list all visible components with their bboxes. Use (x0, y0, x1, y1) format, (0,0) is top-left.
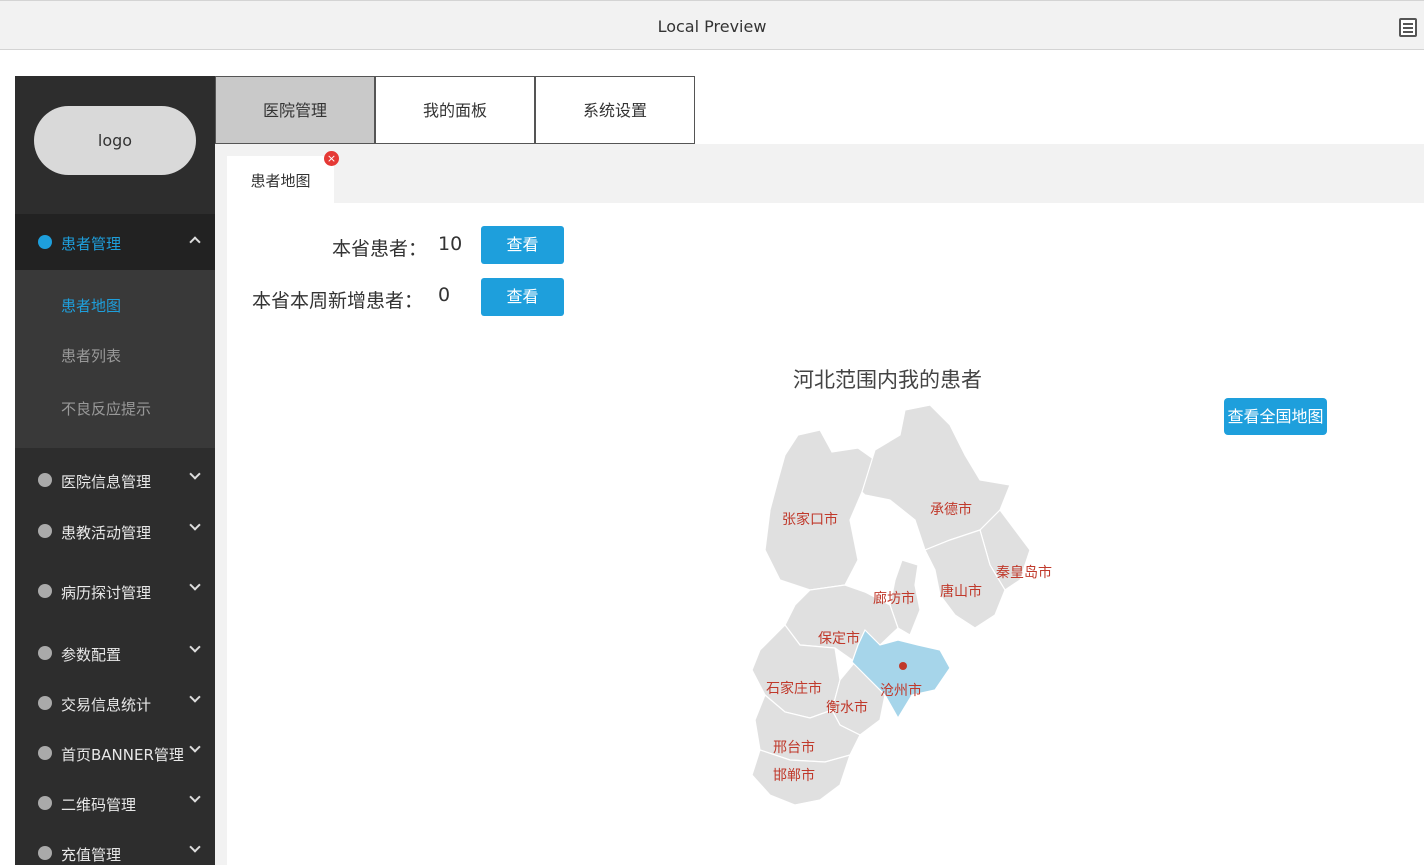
city-label-qinhuangdao: 秦皇岛市 (996, 565, 1052, 581)
chevron-down-icon (189, 691, 201, 703)
province-patients-label: 本省患者： (332, 238, 428, 260)
chevron-down-icon (189, 579, 201, 591)
dot-icon (38, 473, 52, 487)
window-title: Local Preview (657, 17, 767, 36)
chevron-up-icon (189, 236, 201, 248)
dot-icon (38, 796, 52, 810)
window-titlebar: Local Preview (0, 0, 1424, 50)
page-tabbar: 患者地图 (227, 156, 1424, 203)
city-label-hengshui: 衡水市 (826, 700, 868, 716)
dot-icon (38, 235, 52, 249)
submenu-item-patient-list[interactable]: 患者列表 (61, 345, 121, 366)
dot-icon (38, 524, 52, 538)
dot-icon (38, 646, 52, 660)
nav-education-activities[interactable]: 患教活动管理 (15, 503, 215, 560)
city-label-baoding: 保定市 (818, 631, 860, 647)
map-title: 河北范围内我的患者 (793, 368, 982, 392)
nav-label: 二维码管理 (61, 796, 137, 814)
view-national-map-button[interactable]: 查看全国地图 (1224, 398, 1327, 435)
city-label-handan: 邯郸市 (773, 768, 815, 784)
nav-banner-management[interactable]: 首页BANNER管理 (15, 725, 215, 782)
submenu-item-adverse-reaction[interactable]: 不良反应提示 (61, 398, 151, 419)
tab-hospital-management[interactable]: 医院管理 (215, 76, 375, 144)
dot-icon (38, 696, 52, 710)
submenu-item-patient-map[interactable]: 患者地图 (61, 295, 121, 316)
chevron-down-icon (189, 741, 201, 753)
chevron-down-icon (189, 641, 201, 653)
nav-recharge-management[interactable]: 充值管理 (15, 825, 215, 865)
dot-icon (38, 846, 52, 860)
weekly-new-value: 0 (438, 284, 451, 306)
nav-label: 交易信息统计 (61, 696, 152, 714)
nav-label: 参数配置 (61, 646, 122, 664)
tab-system-settings[interactable]: 系统设置 (535, 76, 695, 144)
chevron-down-icon (189, 841, 201, 853)
nav-label: 充值管理 (61, 846, 122, 864)
nav-label: 病历探讨管理 (61, 584, 152, 602)
nav-label: 患者管理 (61, 235, 122, 253)
view-province-patients-button[interactable]: 查看 (481, 226, 564, 264)
nav-patient-management[interactable]: 患者管理 (15, 214, 215, 271)
weekly-new-label: 本省本周新增患者： (252, 290, 424, 312)
nav-label: 首页BANNER管理 (61, 746, 184, 764)
dot-icon (38, 584, 52, 598)
page-tab-patient-map[interactable]: 患者地图 (227, 156, 334, 203)
dot-icon (38, 746, 52, 760)
chevron-down-icon (189, 519, 201, 531)
patient-submenu: 患者地图 患者列表 不良反应提示 (15, 270, 215, 448)
chevron-down-icon (189, 791, 201, 803)
close-icon[interactable]: × (324, 151, 339, 166)
nav-label: 患教活动管理 (61, 524, 152, 542)
logo: logo (34, 106, 196, 175)
sidebar: logo 患者管理 患者地图 患者列表 不良反应提示 医院信息管理 患教活动管理… (15, 76, 215, 865)
menu-icon[interactable] (1399, 18, 1417, 37)
nav-transaction-stats[interactable]: 交易信息统计 (15, 675, 215, 732)
city-label-chengde: 承德市 (930, 502, 972, 518)
nav-label: 医院信息管理 (61, 473, 152, 491)
city-label-shijiazhuang: 石家庄市 (766, 681, 822, 697)
patient-marker[interactable] (899, 662, 907, 670)
city-label-zhangjiakou: 张家口市 (782, 512, 838, 528)
chevron-down-icon (189, 468, 201, 480)
nav-qrcode-management[interactable]: 二维码管理 (15, 775, 215, 832)
tab-my-dashboard[interactable]: 我的面板 (375, 76, 535, 144)
view-weekly-new-button[interactable]: 查看 (481, 278, 564, 316)
nav-case-discussion[interactable]: 病历探讨管理 (15, 563, 215, 620)
city-label-cangzhou: 沧州市 (880, 683, 922, 699)
city-label-tangshan: 唐山市 (940, 584, 982, 600)
nav-hospital-info[interactable]: 医院信息管理 (15, 452, 215, 509)
nav-parameter-config[interactable]: 参数配置 (15, 625, 215, 682)
province-patients-value: 10 (438, 233, 463, 255)
city-label-xingtai: 邢台市 (773, 740, 815, 756)
city-label-langfang: 廊坊市 (873, 591, 915, 607)
